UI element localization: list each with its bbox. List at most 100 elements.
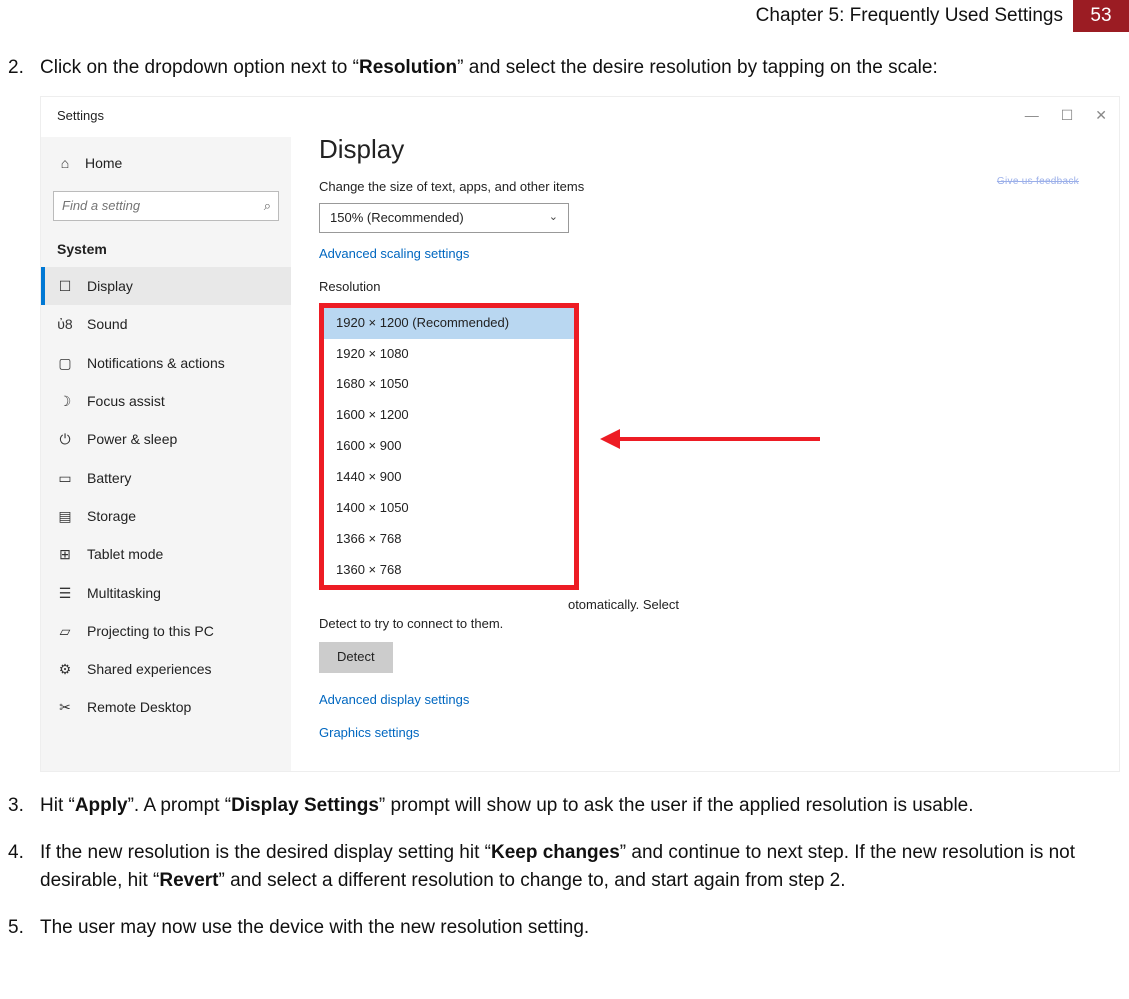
sidebar-icon: ▤ [57,506,73,526]
page-number: 53 [1073,0,1129,32]
sidebar-item-remote-desktop[interactable]: ✂ Remote Desktop [41,688,291,726]
sidebar-icon: ☰ [57,583,73,603]
sidebar-icon: ▱ [57,621,73,641]
step-text: ” and select a different resolution to c… [219,870,846,891]
sidebar-item-label: Notifications & actions [87,353,225,373]
step-number: 3. [8,792,24,820]
sidebar-icon: ▭ [57,468,73,488]
resolution-option[interactable]: 1920 × 1080 [324,339,574,370]
close-icon[interactable]: ✕ [1095,105,1107,125]
maximize-icon[interactable]: ☐ [1061,105,1074,125]
arrow-line [620,437,820,441]
page-header: Chapter 5: Frequently Used Settings 53 [0,0,1129,32]
sidebar-icon: ▢ [57,353,73,373]
step-bold: Apply [75,795,128,816]
sidebar-item-multitasking[interactable]: ☰ Multitasking [41,574,291,612]
settings-window: Settings — ☐ ✕ Give us feedback ⌂ Home ⌕ [40,96,1120,772]
step-text: ” and select the desire resolution by ta… [457,57,938,78]
resolution-option[interactable]: 1600 × 1200 [324,400,574,431]
resolution-dropdown[interactable]: 1920 × 1200 (Recommended)1920 × 10801680… [319,303,579,591]
minimize-icon[interactable]: — [1025,105,1039,125]
sidebar-item-label: Projecting to this PC [87,621,214,641]
search-input[interactable] [53,191,279,221]
resolution-option[interactable]: 1360 × 768 [324,555,574,586]
sidebar-item-label: Battery [87,468,131,488]
sidebar-section: System [41,235,291,267]
sidebar-item-label: Remote Desktop [87,697,191,717]
step-number: 2. [8,54,24,82]
sidebar-item-label: Focus assist [87,391,165,411]
resolution-option[interactable]: 1680 × 1050 [324,369,574,400]
search-icon: ⌕ [264,197,271,216]
window-controls: — ☐ ✕ [1025,105,1107,125]
step-4: 4. If the new resolution is the desired … [4,839,1105,894]
partial-text: otomatically. Select [319,596,679,615]
resolution-option[interactable]: 1600 × 900 [324,431,574,462]
step-text: Hit “ [40,795,75,816]
sidebar-item-battery[interactable]: ▭ Battery [41,459,291,497]
step-text: ”. A prompt “ [128,795,231,816]
sidebar-item-label: Shared experiences [87,659,212,679]
sidebar-icon: ὐ8 [57,314,73,334]
search-wrap: ⌕ [53,191,279,221]
resolution-label: Resolution [319,278,1109,297]
scale-label: Change the size of text, apps, and other… [319,178,1109,197]
step-bold: Resolution [359,57,457,78]
sidebar-item-label: Multitasking [87,583,161,603]
step-bold: Display Settings [231,795,379,816]
chevron-down-icon: ⌄ [549,210,558,226]
advanced-scaling-link[interactable]: Advanced scaling settings [319,245,1109,264]
home-label: Home [85,153,122,173]
sidebar-item-power-sleep[interactable]: ⏻ Power & sleep [41,420,291,458]
sidebar-item-label: Display [87,276,133,296]
graphics-settings-link[interactable]: Graphics settings [319,724,1109,743]
step-2: 2. Click on the dropdown option next to … [4,54,1105,772]
home-icon: ⌂ [57,153,73,173]
window-title: Settings [57,107,104,126]
display-heading: Display [319,131,1109,169]
step-number: 4. [8,839,24,867]
resolution-option[interactable]: 1920 × 1200 (Recommended) [324,308,574,339]
screenshot-figure: Settings — ☐ ✕ Give us feedback ⌂ Home ⌕ [40,96,1120,772]
step-text: The user may now use the device with the… [40,917,589,938]
advanced-display-link[interactable]: Advanced display settings [319,691,1109,710]
sidebar-item-focus-assist[interactable]: ☽ Focus assist [41,382,291,420]
sidebar-icon: ☽ [57,391,73,411]
sidebar-item-projecting-to-this-pc[interactable]: ▱ Projecting to this PC [41,612,291,650]
sidebar-item-storage[interactable]: ▤ Storage [41,497,291,535]
step-text: Click on the dropdown option next to “ [40,57,359,78]
sidebar-item-label: Tablet mode [87,544,163,564]
sidebar-item-sound[interactable]: ὐ8 Sound [41,305,291,343]
sidebar: ⌂ Home ⌕ System ☐ Display ὐ8 Sound ▢ Notifica… [41,137,291,771]
sidebar-item-shared-experiences[interactable]: ⚙ Shared experiences [41,650,291,688]
sidebar-home[interactable]: ⌂ Home [41,145,291,181]
scale-value: 150% (Recommended) [330,209,464,228]
arrow-head-icon [600,429,620,449]
sidebar-icon: ⊞ [57,544,73,564]
below-dropdown-text: otomatically. Select Detect to try to co… [319,596,779,673]
step-number: 5. [8,914,24,942]
resolution-option[interactable]: 1440 × 900 [324,462,574,493]
step-text: ” prompt will show up to ask the user if… [379,795,974,816]
sidebar-item-display[interactable]: ☐ Display [41,267,291,305]
content-area: Display Change the size of text, apps, a… [319,127,1109,771]
sidebar-item-notifications-actions[interactable]: ▢ Notifications & actions [41,344,291,382]
sidebar-icon: ☐ [57,276,73,296]
red-arrow [600,429,820,449]
step-5: 5. The user may now use the device with … [4,914,1105,942]
sidebar-item-label: Storage [87,506,136,526]
sidebar-icon: ✂ [57,697,73,717]
chapter-title: Chapter 5: Frequently Used Settings [756,0,1073,32]
step-bold: Revert [159,870,218,891]
sidebar-item-label: Power & sleep [87,429,177,449]
scale-dropdown[interactable]: 150% (Recommended) ⌄ [319,203,569,233]
resolution-option[interactable]: 1366 × 768 [324,524,574,555]
step-bold: Keep changes [491,842,620,863]
sidebar-item-tablet-mode[interactable]: ⊞ Tablet mode [41,535,291,573]
sidebar-item-label: Sound [87,314,127,334]
sidebar-icon: ⚙ [57,659,73,679]
resolution-option[interactable]: 1400 × 1050 [324,493,574,524]
step-3: 3. Hit “Apply”. A prompt “Display Settin… [4,792,1105,820]
sidebar-icon: ⏻ [57,429,73,449]
detect-button[interactable]: Detect [319,642,393,673]
